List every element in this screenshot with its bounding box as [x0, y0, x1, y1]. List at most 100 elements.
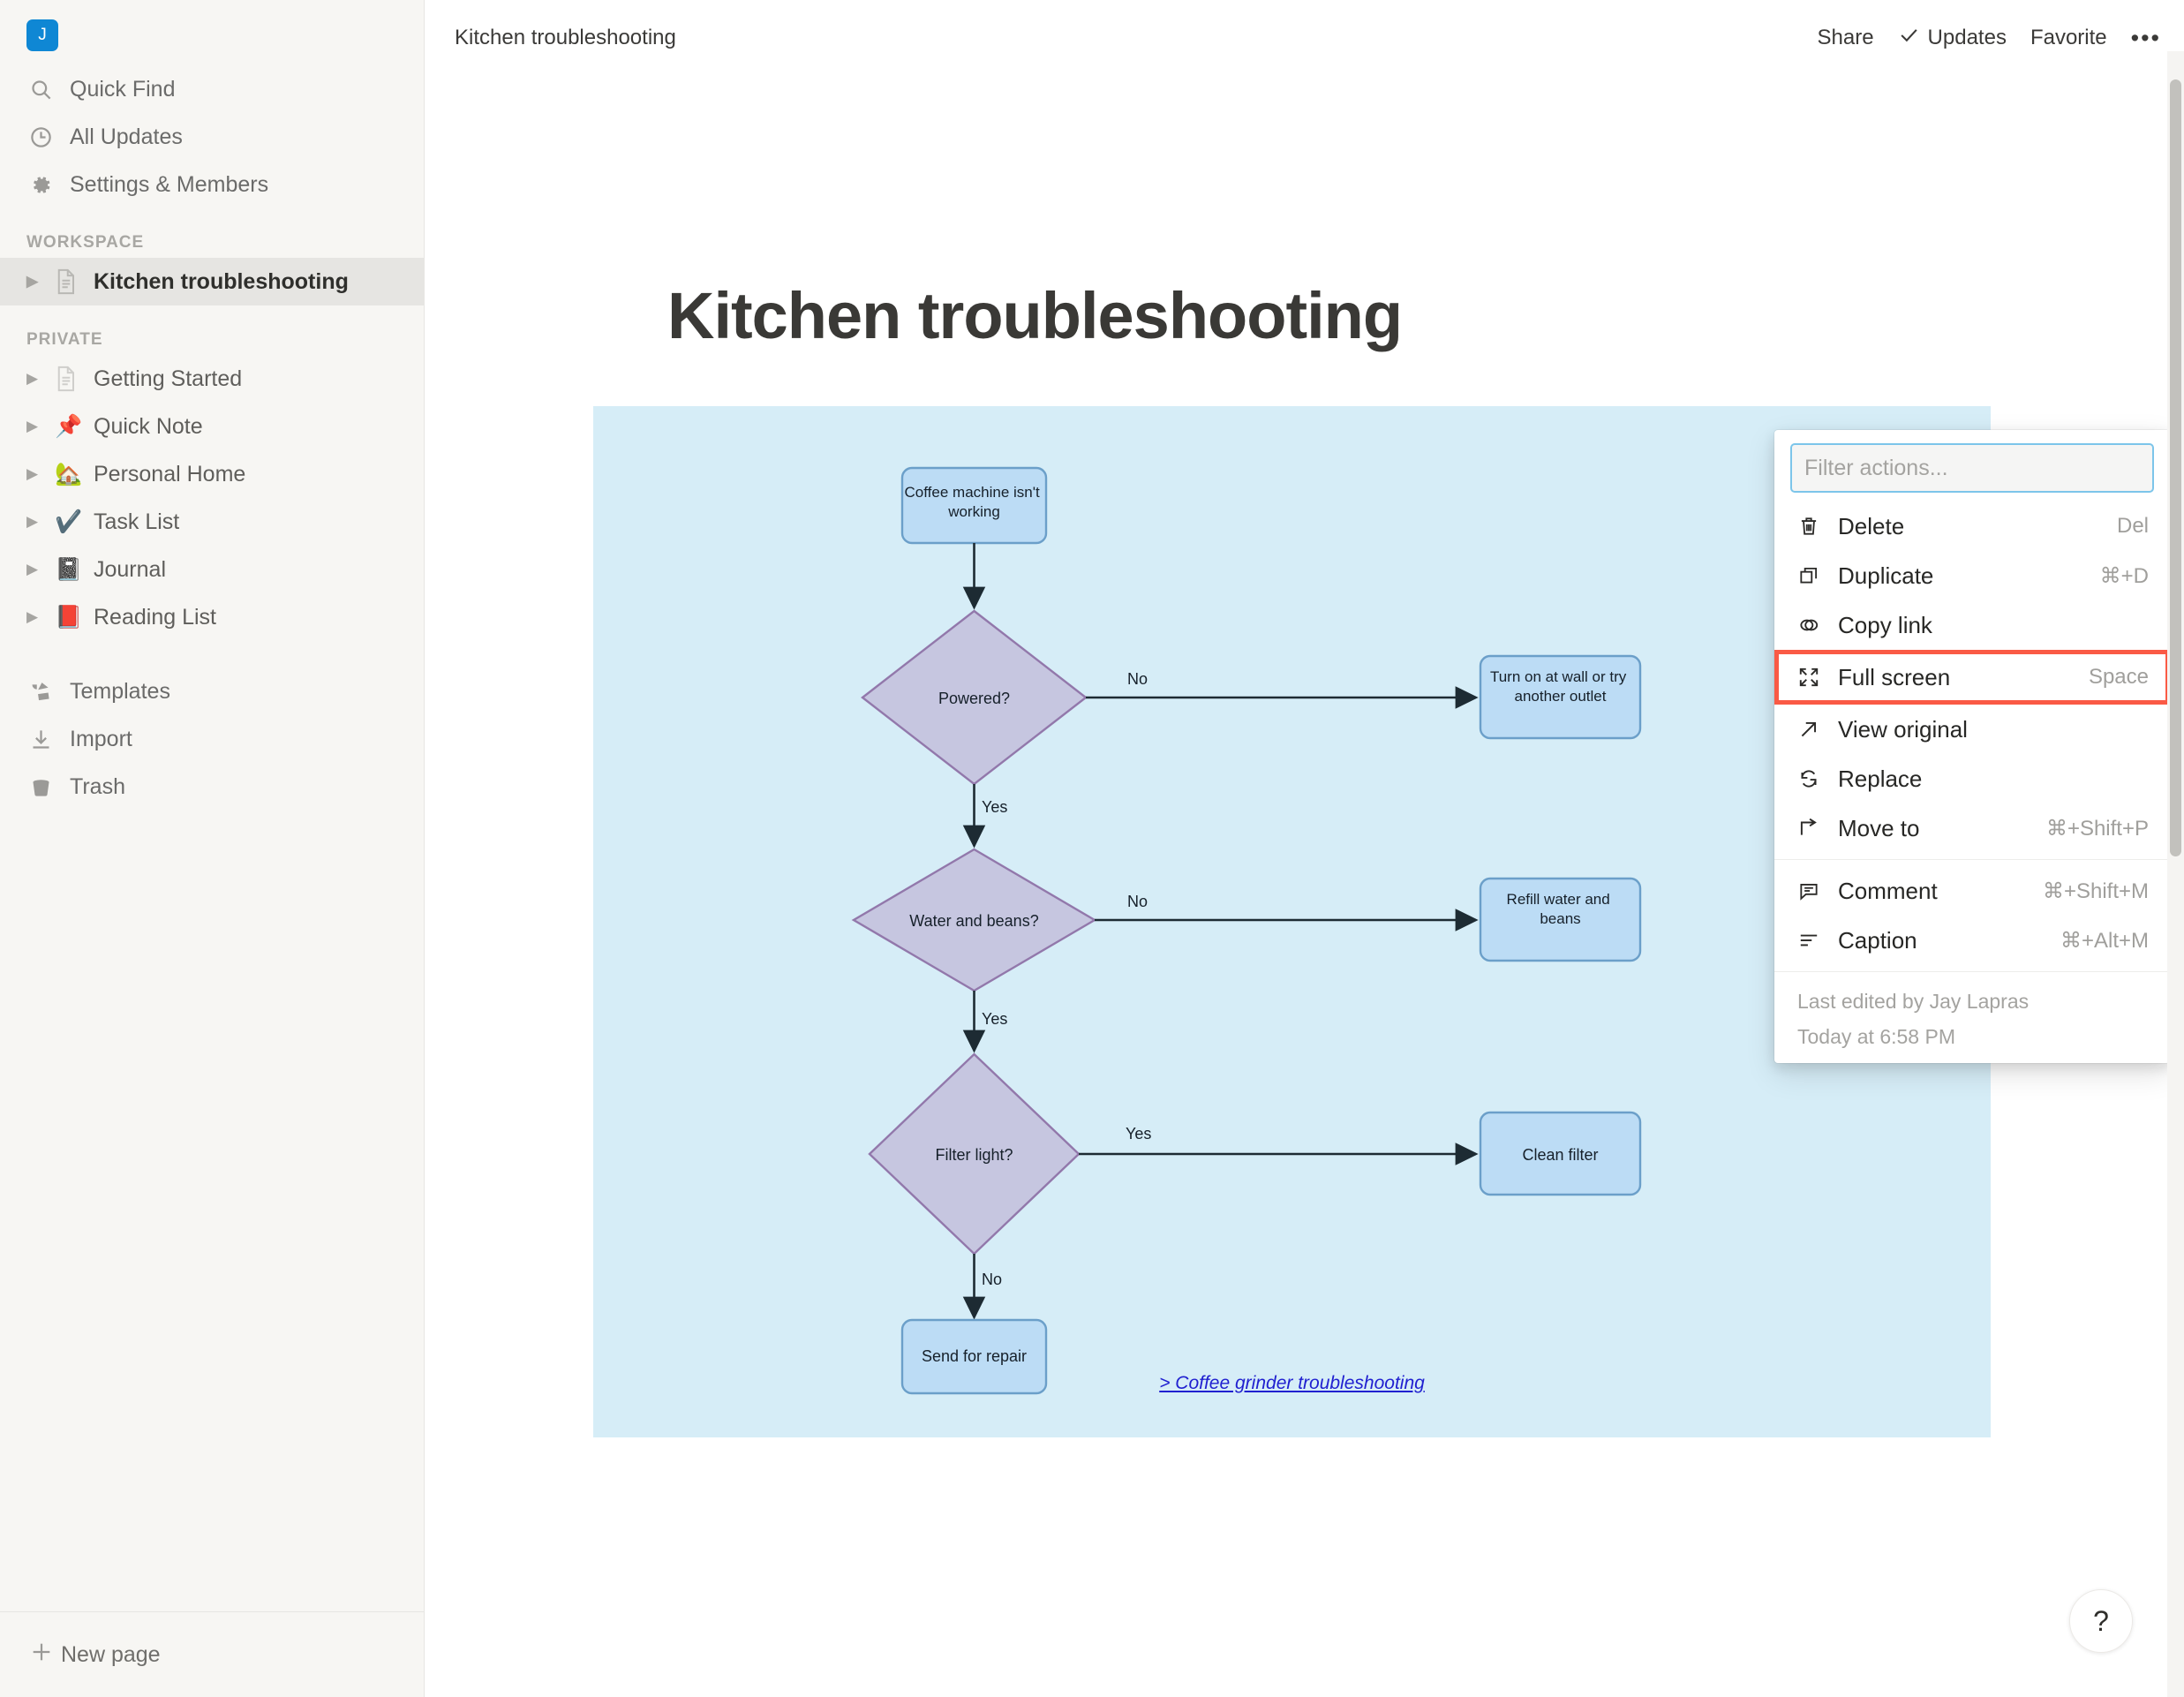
- pushpin-icon: 📌: [55, 416, 94, 438]
- menu-item-label: Replace: [1838, 766, 2149, 793]
- sidebar-item-personal-home[interactable]: ▶ 🏡 Personal Home: [0, 450, 424, 498]
- sidebar-item-import[interactable]: Import: [0, 715, 424, 763]
- section-heading-workspace: WORKSPACE: [0, 208, 424, 258]
- menu-item-label: Full screen: [1838, 664, 2089, 691]
- menu-item-move-to[interactable]: Move to ⌘+Shift+P: [1774, 803, 2170, 853]
- sidebar-item-task-list[interactable]: ▶ ✔️ Task List: [0, 498, 424, 546]
- sidebar-item-kitchen-troubleshooting[interactable]: ▶ Kitchen troubleshooting: [0, 258, 424, 305]
- house-icon: 🏡: [55, 464, 94, 486]
- menu-item-shortcut: Space: [2089, 665, 2149, 690]
- sidebar-item-getting-started[interactable]: ▶ Getting Started: [0, 355, 424, 403]
- flowchart-link[interactable]: > Coffee grinder troubleshooting: [593, 1373, 1991, 1394]
- menu-item-view-original[interactable]: View original: [1774, 705, 2170, 754]
- svg-text:Send for repair: Send for repair: [922, 1347, 1027, 1365]
- filter-actions-input[interactable]: [1790, 443, 2154, 493]
- replace-icon: [1797, 767, 1838, 790]
- page-title[interactable]: Kitchen troubleshooting: [667, 278, 1402, 353]
- chevron-right-icon[interactable]: ▶: [26, 513, 55, 531]
- image-context-menu: Delete Del Duplicate ⌘+D Copy link Full …: [1774, 430, 2170, 1063]
- menu-item-label: Caption: [1838, 927, 2060, 954]
- menu-footer: Last edited by Jay Lapras Today at 6:58 …: [1774, 978, 2170, 1058]
- chevron-right-icon[interactable]: ▶: [26, 273, 55, 290]
- chevron-right-icon[interactable]: ▶: [26, 465, 55, 483]
- sidebar-item-trash[interactable]: Trash: [0, 763, 424, 811]
- section-heading-private: PRIVATE: [0, 305, 424, 355]
- sidebar-item-journal[interactable]: ▶ 📓 Journal: [0, 546, 424, 593]
- filter-input-wrapper: [1774, 430, 2170, 502]
- svg-text:Clean filter: Clean filter: [1522, 1146, 1598, 1164]
- flow-node-water-beans: Water and beans?: [854, 849, 1095, 991]
- import-icon: [29, 728, 63, 751]
- topbar: Kitchen troubleshooting Share Updates Fa…: [425, 0, 2184, 76]
- sidebar-item-reading-list[interactable]: ▶ 📕 Reading List: [0, 593, 424, 641]
- menu-item-shortcut: ⌘+Shift+M: [2043, 879, 2149, 904]
- document-icon: [55, 268, 94, 295]
- chevron-right-icon[interactable]: ▶: [26, 370, 55, 388]
- favorite-label: Favorite: [2030, 26, 2107, 50]
- workspace-header[interactable]: J: [0, 0, 424, 51]
- edge-label-no-2: No: [1127, 893, 1148, 910]
- chevron-right-icon[interactable]: ▶: [26, 561, 55, 578]
- menu-item-replace[interactable]: Replace: [1774, 754, 2170, 803]
- checkmark-icon: ✔️: [55, 511, 94, 533]
- menu-item-comment[interactable]: Comment ⌘+Shift+M: [1774, 866, 2170, 916]
- menu-divider: [1774, 971, 2170, 972]
- flow-node-start: Coffee machine isn't working: [902, 468, 1046, 543]
- clock-icon: [29, 125, 63, 149]
- more-options-icon[interactable]: •••: [2131, 26, 2161, 50]
- sidebar-item-quick-note[interactable]: ▶ 📌 Quick Note: [0, 403, 424, 450]
- flow-node-outlet: Turn on at wall or try another outlet: [1480, 656, 1640, 738]
- sidebar-item-settings-members[interactable]: Settings & Members: [0, 161, 424, 208]
- favorite-button[interactable]: Favorite: [2030, 26, 2107, 50]
- sidebar-item-label: Trash: [70, 774, 125, 800]
- sidebar: J Quick Find All Updates Settings & Memb…: [0, 0, 425, 1697]
- caption-icon: [1797, 929, 1838, 952]
- sidebar-item-templates[interactable]: Templates: [0, 667, 424, 715]
- updates-button[interactable]: Updates: [1898, 24, 2007, 52]
- menu-item-duplicate[interactable]: Duplicate ⌘+D: [1774, 551, 2170, 600]
- sidebar-item-all-updates[interactable]: All Updates: [0, 113, 424, 161]
- svg-text:Powered?: Powered?: [938, 690, 1010, 707]
- help-button[interactable]: ?: [2069, 1589, 2133, 1653]
- menu-divider: [1774, 859, 2170, 860]
- scrollbar-thumb[interactable]: [2170, 79, 2181, 856]
- fullscreen-icon: [1797, 666, 1838, 689]
- edge-label-yes-3: Yes: [1126, 1125, 1151, 1143]
- menu-item-label: View original: [1838, 716, 2149, 743]
- new-page-button[interactable]: New page: [0, 1612, 424, 1697]
- gear-icon: [29, 173, 63, 197]
- sidebar-item-label: Quick Note: [94, 414, 203, 440]
- sidebar-item-quick-find[interactable]: Quick Find: [0, 65, 424, 113]
- menu-item-copy-link[interactable]: Copy link: [1774, 600, 2170, 650]
- check-icon: [1898, 24, 1920, 52]
- trash-icon: [29, 775, 63, 799]
- sidebar-item-label: Task List: [94, 509, 179, 535]
- menu-item-shortcut: ⌘+D: [2100, 563, 2149, 589]
- menu-item-label: Duplicate: [1838, 562, 2100, 590]
- plus-icon: [29, 1640, 54, 1671]
- templates-icon: [29, 679, 63, 704]
- sidebar-item-label: Getting Started: [94, 366, 242, 392]
- edge-label-no-3: No: [982, 1271, 1002, 1288]
- svg-text:Water and beans?: Water and beans?: [909, 912, 1038, 930]
- workspace-avatar[interactable]: J: [26, 19, 58, 51]
- last-edited-by: Last edited by Jay Lapras: [1797, 984, 2147, 1019]
- breadcrumb[interactable]: Kitchen troubleshooting: [455, 26, 676, 50]
- menu-item-label: Delete: [1838, 513, 2117, 540]
- menu-item-shortcut: ⌘+Shift+P: [2046, 816, 2149, 841]
- comment-icon: [1797, 879, 1838, 902]
- svg-text:Filter light?: Filter light?: [935, 1146, 1013, 1164]
- sidebar-item-label: Journal: [94, 557, 166, 583]
- sidebar-item-label: Import: [70, 727, 132, 752]
- sidebar-item-label: All Updates: [70, 124, 183, 150]
- menu-item-delete[interactable]: Delete Del: [1774, 502, 2170, 551]
- menu-item-full-screen[interactable]: Full screen Space: [1774, 650, 2170, 705]
- sidebar-tools: Templates Import Trash: [0, 667, 424, 811]
- chevron-right-icon[interactable]: ▶: [26, 418, 55, 435]
- share-button[interactable]: Share: [1818, 26, 1874, 50]
- edge-label-no-1: No: [1127, 670, 1148, 688]
- menu-item-caption[interactable]: Caption ⌘+Alt+M: [1774, 916, 2170, 965]
- trash-icon: [1797, 515, 1838, 538]
- share-label: Share: [1818, 26, 1874, 50]
- chevron-right-icon[interactable]: ▶: [26, 608, 55, 626]
